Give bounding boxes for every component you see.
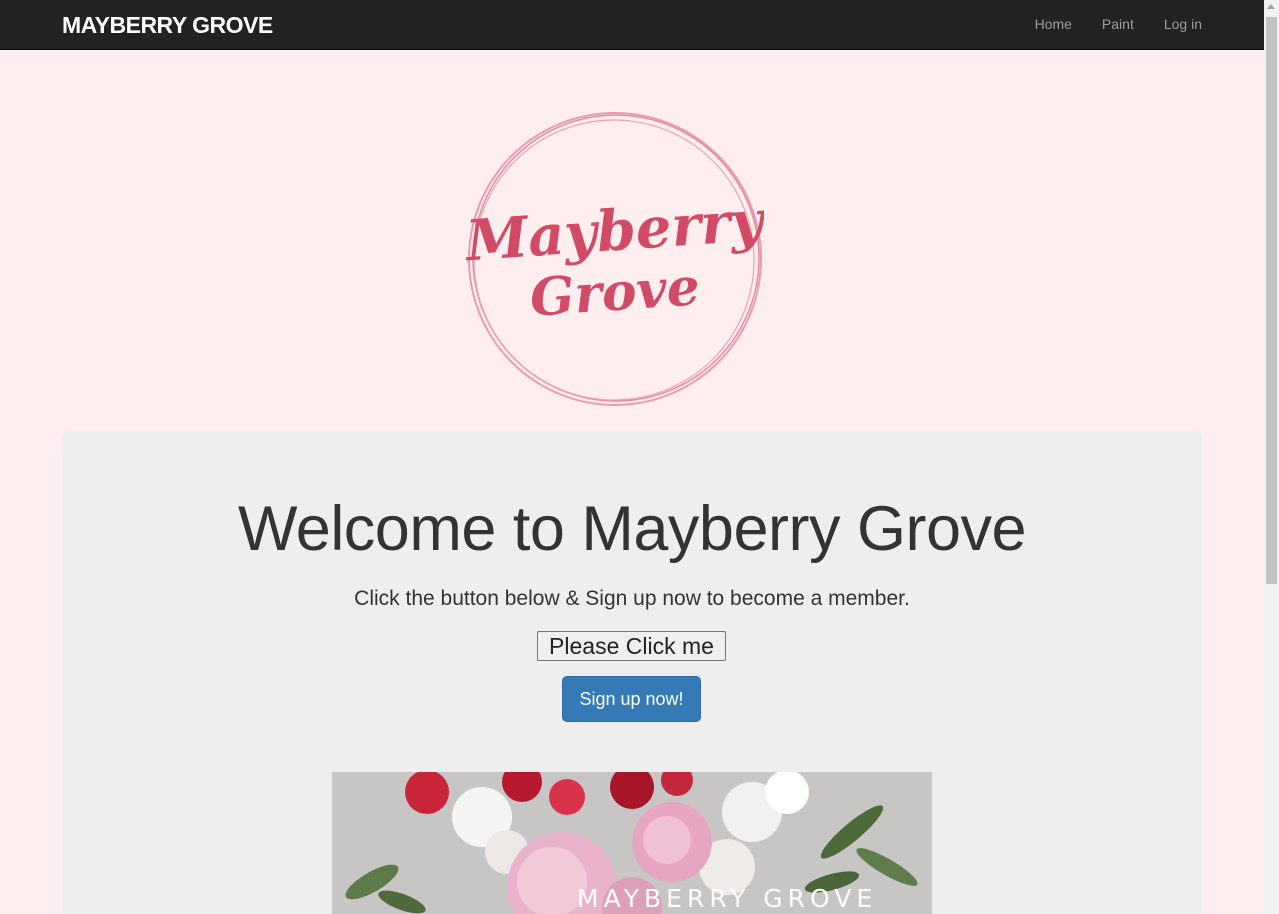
sign-up-button[interactable]: Sign up now! xyxy=(562,676,701,722)
please-click-button[interactable]: Please Click me xyxy=(537,631,726,661)
welcome-jumbotron: Welcome to Mayberry Grove Click the butt… xyxy=(62,431,1202,914)
flower-banner-image: MAYBERRY GROVE xyxy=(332,772,932,914)
vertical-scrollbar[interactable] xyxy=(1264,0,1279,914)
brand-link[interactable]: MAYBERRY GROVE xyxy=(62,12,273,39)
scroll-up-arrow-icon[interactable] xyxy=(1267,4,1275,9)
signup-instructions: Click the button below & Sign up now to … xyxy=(354,587,910,610)
mayberry-grove-logo: Mayberry Grove xyxy=(466,112,764,406)
welcome-heading: Welcome to Mayberry Grove xyxy=(237,494,1027,564)
nav-paint-link[interactable]: Paint xyxy=(1102,16,1134,32)
nav-links: Home Paint Log in xyxy=(1035,16,1202,32)
top-navbar: MAYBERRY GROVE Home Paint Log in xyxy=(0,0,1264,50)
nav-login-link[interactable]: Log in xyxy=(1164,16,1202,32)
scroll-thumb[interactable] xyxy=(1266,17,1277,584)
logo-line-2: Grove xyxy=(528,256,702,329)
nav-home-link[interactable]: Home xyxy=(1035,16,1072,32)
banner-title: MAYBERRY GROVE xyxy=(577,884,878,913)
